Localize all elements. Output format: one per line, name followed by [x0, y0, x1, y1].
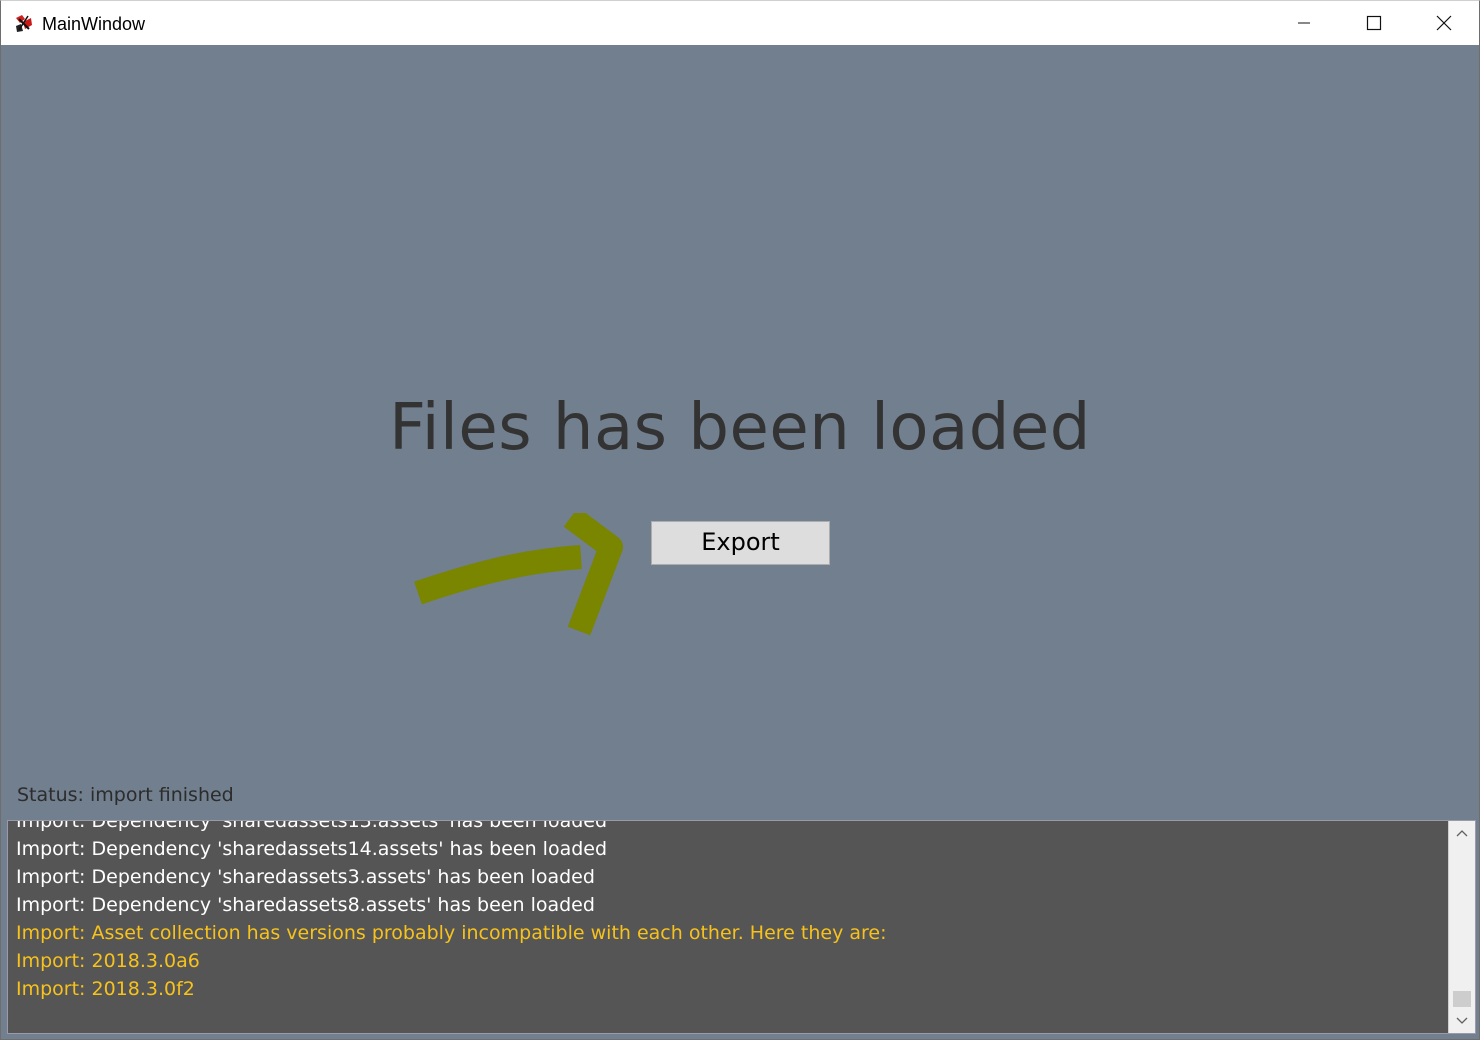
main-content: Files has been loaded Export Status: imp… [1, 45, 1479, 820]
log-line: Import: 2018.3.0a6 [16, 950, 200, 972]
log-line: Import: Dependency 'sharedassets3.assets… [16, 866, 595, 888]
scroll-up-button[interactable] [1449, 821, 1475, 845]
arrow-icon [414, 513, 623, 636]
scroll-up-icon [1456, 830, 1468, 837]
scroll-down-button[interactable] [1449, 1009, 1475, 1033]
window-title: MainWindow [42, 14, 146, 34]
maximize-button[interactable] [1339, 1, 1409, 45]
log-line: Import: Dependency 'sharedassets8.assets… [16, 894, 595, 916]
page-title: Files has been loaded [389, 391, 1091, 465]
app-logo-icon [14, 13, 34, 33]
close-button[interactable] [1409, 1, 1479, 45]
log-line: Import: Dependency 'sharedassets13.asset… [16, 820, 608, 832]
minimize-icon [1298, 22, 1310, 24]
log-line: Import: Dependency 'sharedassets14.asset… [16, 838, 608, 860]
window-bottom-edge [1, 1034, 1479, 1039]
log-line: Import: Asset collection has versions pr… [16, 922, 887, 944]
title-bar[interactable]: MainWindow [1, 1, 1479, 45]
log-scrollbar[interactable] [1448, 821, 1475, 1033]
status-text: Status: import finished [17, 784, 234, 806]
scroll-thumb[interactable] [1453, 991, 1471, 1007]
close-icon [1436, 15, 1452, 31]
log-line: Import: 2018.3.0f2 [16, 978, 195, 1000]
scroll-down-icon [1456, 1017, 1468, 1024]
log-list: Import: Dependency 'sharedassets13.asset… [16, 820, 1446, 1003]
export-button[interactable]: Export [651, 521, 830, 565]
maximize-icon [1366, 15, 1382, 31]
main-window: MainWindow Files has been loaded Export … [0, 0, 1480, 1040]
minimize-button[interactable] [1269, 1, 1339, 45]
log-panel[interactable]: Import: Dependency 'sharedassets13.asset… [7, 820, 1476, 1034]
scroll-track[interactable] [1449, 845, 1475, 1009]
